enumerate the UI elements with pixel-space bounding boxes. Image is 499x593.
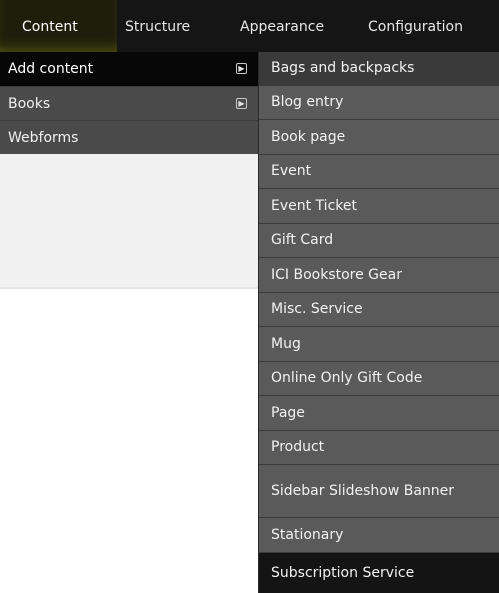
submenu-item-page[interactable]: Page bbox=[259, 396, 499, 431]
submenu-item-label: Misc. Service bbox=[271, 301, 363, 317]
submenu-item-gift-card[interactable]: Gift Card bbox=[259, 224, 499, 258]
add-content-submenu: Bags and backpacks Blog entry Book page … bbox=[258, 52, 499, 593]
arrow-right-icon: ▶ bbox=[236, 98, 247, 109]
tab-configuration[interactable]: Configuration bbox=[359, 0, 499, 52]
page-background bbox=[0, 154, 258, 288]
submenu-item-label: Online Only Gift Code bbox=[271, 370, 423, 386]
menu-item-books[interactable]: Books ▶ bbox=[0, 86, 258, 120]
submenu-item-event-ticket[interactable]: Event Ticket bbox=[259, 189, 499, 224]
submenu-item-label: Mug bbox=[271, 335, 301, 352]
submenu-item-mug[interactable]: Mug bbox=[259, 327, 499, 362]
tab-content[interactable]: Content bbox=[0, 0, 117, 52]
submenu-item-label: Book page bbox=[271, 128, 346, 145]
page-divider bbox=[0, 287, 258, 289]
submenu-item-ici-bookstore-gear[interactable]: ICI Bookstore Gear bbox=[259, 258, 499, 293]
submenu-item-event[interactable]: Event bbox=[259, 155, 499, 189]
tab-appearance[interactable]: Appearance bbox=[225, 0, 359, 52]
submenu-item-subscription-service[interactable]: Subscription Service bbox=[259, 553, 499, 593]
submenu-item-label: ICI Bookstore Gear bbox=[271, 266, 402, 283]
submenu-item-stationary[interactable]: Stationary bbox=[259, 518, 499, 553]
submenu-item-product[interactable]: Product bbox=[259, 431, 499, 465]
submenu-item-label: Event Ticket bbox=[271, 197, 357, 214]
arrow-right-icon: ▶ bbox=[236, 63, 247, 74]
menu-item-add-content[interactable]: Add content ▶ bbox=[0, 52, 258, 86]
submenu-item-label: Blog entry bbox=[271, 94, 344, 110]
submenu-item-label: Page bbox=[271, 404, 305, 421]
submenu-item-bags-and-backpacks[interactable]: Bags and backpacks bbox=[259, 52, 499, 86]
menu-item-label: Books bbox=[8, 96, 51, 112]
submenu-item-label: Product bbox=[271, 439, 325, 455]
submenu-item-label: Sidebar Slideshow Banner bbox=[271, 482, 455, 499]
submenu-item-label: Stationary bbox=[271, 526, 344, 543]
submenu-item-label: Bags and backpacks bbox=[271, 60, 415, 76]
submenu-item-label: Subscription Service bbox=[271, 564, 415, 581]
admin-menu-tabs: Content Structure Appearance Configurati… bbox=[0, 0, 499, 52]
menu-item-webforms[interactable]: Webforms bbox=[0, 120, 258, 154]
content-dropdown-menu: Add content ▶ Books ▶ Webforms bbox=[0, 52, 258, 154]
menu-item-label: Add content bbox=[8, 61, 94, 77]
submenu-item-label: Gift Card bbox=[271, 232, 334, 248]
submenu-item-sidebar-slideshow-banner[interactable]: Sidebar Slideshow Banner bbox=[259, 465, 499, 518]
submenu-item-label: Event bbox=[271, 163, 312, 179]
submenu-item-misc-service[interactable]: Misc. Service bbox=[259, 293, 499, 327]
tab-structure[interactable]: Structure bbox=[117, 0, 225, 52]
submenu-item-book-page[interactable]: Book page bbox=[259, 120, 499, 155]
submenu-item-online-only-gift-code[interactable]: Online Only Gift Code bbox=[259, 362, 499, 396]
menu-item-label: Webforms bbox=[8, 130, 79, 146]
submenu-item-blog-entry[interactable]: Blog entry bbox=[259, 86, 499, 120]
